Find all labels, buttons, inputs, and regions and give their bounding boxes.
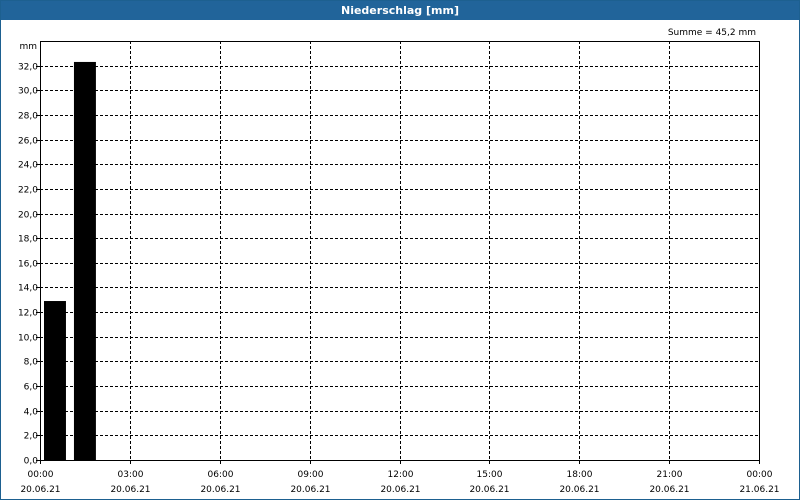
y-tick-label: 30,0 — [18, 87, 38, 97]
x-tick-date-label: 20.06.21 — [649, 485, 689, 495]
y-tick-label: 12,0 — [18, 309, 38, 319]
x-tick-time-label: 03:00 — [118, 470, 144, 480]
y-tick-label: 18,0 — [18, 235, 38, 245]
y-tick-label: 26,0 — [18, 137, 38, 147]
x-tick-date-label: 20.06.21 — [200, 485, 240, 495]
precipitation-bar — [73, 61, 96, 460]
bars-layer — [44, 61, 96, 460]
x-tick-time-label: 09:00 — [298, 470, 324, 480]
grid-layer — [40, 41, 759, 460]
precipitation-chart: 0,0 2,0 4,0 6,0 8,0 10,0 12,0 14,0 16,0 18,0 20,0 2… — [18, 28, 780, 495]
x-tick-date-label: 20.06.21 — [20, 485, 60, 495]
y-tick-label: 10,0 — [18, 334, 38, 344]
x-tick-date-label: 20.06.21 — [469, 485, 509, 495]
y-tick-label: 24,0 — [18, 161, 38, 171]
x-tick-date-label: 20.06.21 — [559, 485, 599, 495]
x-tick-time-label: 15:00 — [477, 470, 503, 480]
x-tick-date-label: 20.06.21 — [290, 485, 330, 495]
y-tick-label: 20,0 — [18, 211, 38, 221]
x-tick-time-label: 18:00 — [567, 470, 593, 480]
x-tick-date-label: 20.06.21 — [380, 485, 420, 495]
x-tick-date-label: 21.06.21 — [739, 485, 779, 495]
y-tick-label: 4,0 — [24, 408, 39, 418]
x-tick-time-label: 00:00 — [747, 470, 773, 480]
x-tick-date-label: 20.06.21 — [110, 485, 150, 495]
x-tick-time-label: 00:00 — [28, 470, 54, 480]
chart-window: Niederschlag [mm] 0,0 2,0 4,0 6,0 8,0 10,0 12,… — [0, 0, 800, 500]
precipitation-bar — [44, 301, 66, 460]
x-tick-time-label: 06:00 — [208, 470, 234, 480]
y-axis-unit-label: mm — [19, 42, 37, 52]
x-tick-time-label: 21:00 — [657, 470, 683, 480]
y-tick-label: 8,0 — [24, 358, 39, 368]
y-tick-label: 22,0 — [18, 186, 38, 196]
x-tick-time-label: 12:00 — [388, 470, 414, 480]
y-tick-label: 0,0 — [24, 457, 39, 467]
axes-layer — [36, 41, 760, 464]
y-tick-label: 14,0 — [18, 284, 38, 294]
y-tick-label: 16,0 — [18, 260, 38, 270]
y-tick-label: 2,0 — [24, 432, 39, 442]
y-tick-label: 6,0 — [24, 383, 39, 393]
y-tick-label: 28,0 — [18, 112, 38, 122]
y-tick-label: 32,0 — [18, 63, 38, 73]
sum-annotation: Summe = 45,2 mm — [668, 28, 756, 38]
labels-layer: 0,0 2,0 4,0 6,0 8,0 10,0 12,0 14,0 16,0 18,0 20,0 2… — [18, 28, 780, 495]
